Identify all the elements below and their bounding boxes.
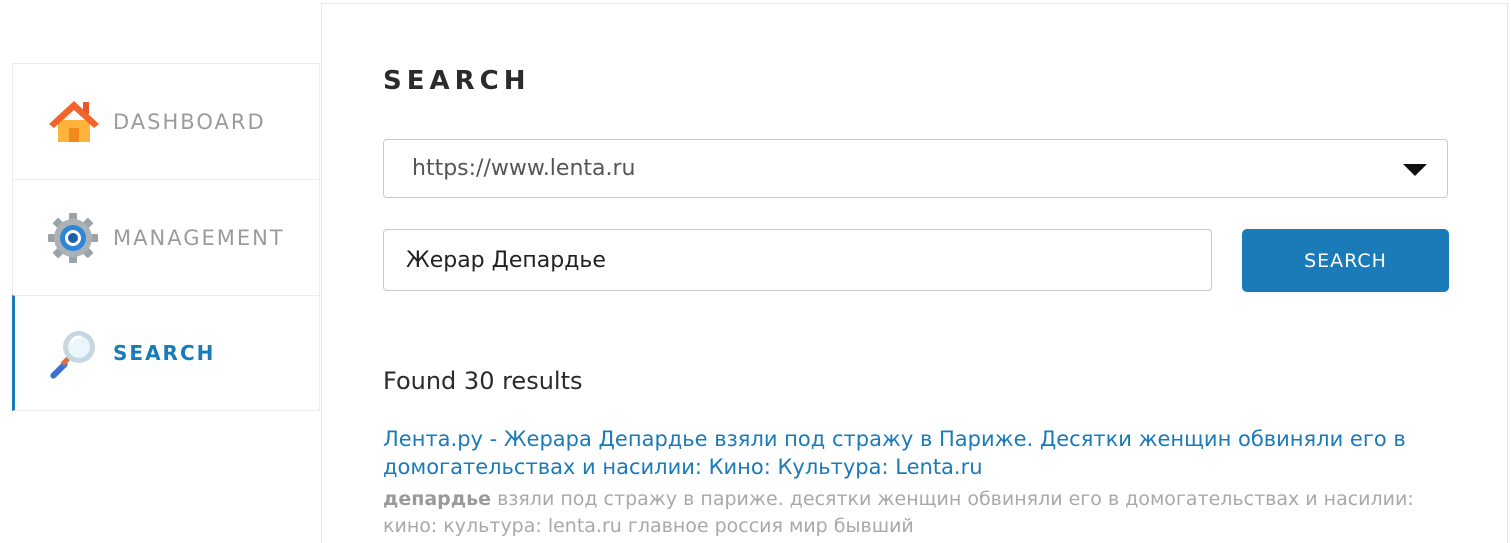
chevron-down-icon[interactable] — [1403, 164, 1427, 176]
result-snippet: депардье взяли под стражу в париже. деся… — [383, 486, 1443, 540]
source-select[interactable]: https://www.lenta.ru — [383, 139, 1448, 198]
sidebar-item-label: SEARCH — [113, 341, 216, 365]
result-title-link[interactable]: Лента.ру - Жерара Депардье взяли под стр… — [383, 425, 1443, 481]
page-title: SEARCH — [383, 66, 531, 96]
sidebar-item-search[interactable]: SEARCH — [12, 295, 320, 411]
snippet-text: взяли под стражу в париже. десятки женщи… — [383, 488, 1414, 537]
results-count: Found 30 results — [383, 367, 583, 395]
snippet-highlight: депардье — [383, 488, 492, 510]
sidebar-item-label: MANAGEMENT — [113, 225, 285, 250]
sidebar-item-management[interactable]: MANAGEMENT — [12, 179, 320, 295]
search-panel: SEARCH https://www.lenta.ru SEARCH Found… — [321, 3, 1508, 543]
sidebar: DASHBOARD MANAGEMENT SEARCH — [12, 63, 320, 411]
source-select-value: https://www.lenta.ru — [412, 156, 636, 181]
search-input[interactable] — [383, 229, 1212, 291]
sidebar-item-dashboard[interactable]: DASHBOARD — [12, 63, 320, 179]
search-button[interactable]: SEARCH — [1242, 229, 1449, 292]
magnifier-icon — [45, 325, 101, 381]
gear-icon — [45, 210, 101, 266]
sidebar-item-label: DASHBOARD — [113, 109, 266, 134]
home-icon — [45, 94, 101, 150]
